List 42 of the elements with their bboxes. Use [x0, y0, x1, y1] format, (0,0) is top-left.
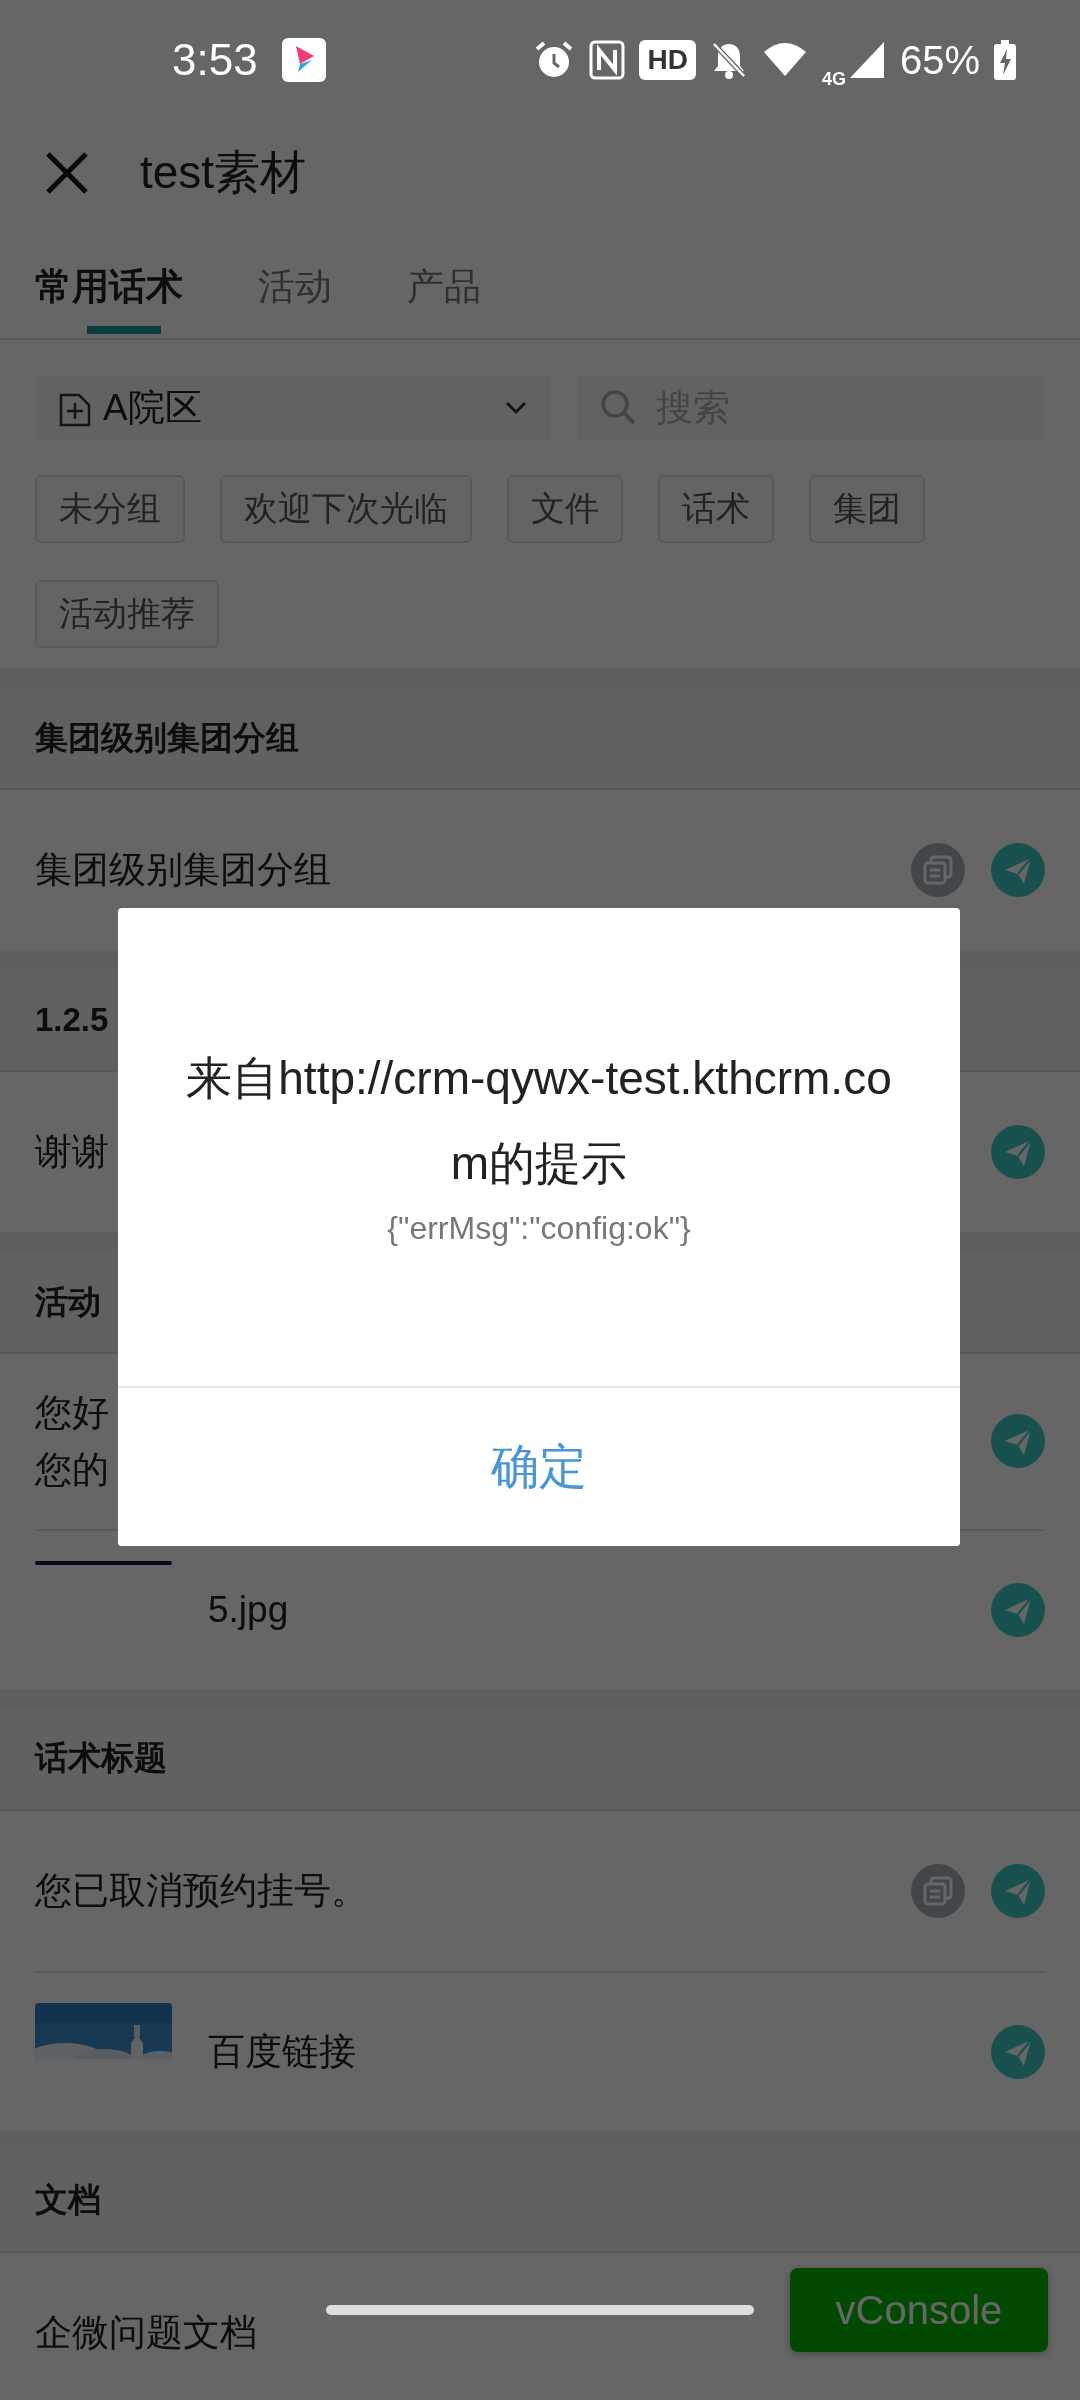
section-header: 话术标题	[0, 1708, 1080, 1811]
filter-chip[interactable]: 文件	[507, 475, 623, 543]
search-icon	[598, 387, 638, 427]
tab[interactable]: 常用话术	[35, 225, 208, 338]
campus-dropdown[interactable]: A院区	[35, 375, 550, 440]
close-icon	[44, 149, 90, 196]
send-icon[interactable]	[991, 2024, 1045, 2079]
material-text: 百度链接	[208, 2030, 356, 2074]
close-button[interactable]	[44, 149, 90, 196]
battery-charging-icon	[994, 40, 1016, 80]
copy-icon[interactable]	[911, 843, 965, 897]
dialog-message: {"errMsg":"config:ok"}	[386, 1210, 692, 1247]
material-text: 5.jpg	[208, 1588, 289, 1632]
send-icon[interactable]	[991, 1582, 1045, 1637]
material-text: 您的	[35, 1448, 109, 1493]
copy-icon[interactable]	[911, 1863, 965, 1918]
filter-chip[interactable]: 集团	[809, 475, 925, 543]
clock-time: 3:53	[172, 35, 258, 85]
material-text: 您已取消预约挂号。	[35, 1869, 368, 1913]
video-app-icon	[281, 38, 326, 82]
network-type: 4G	[821, 68, 846, 90]
chevron-down-icon	[504, 399, 528, 416]
material-text: 集团级别集团分组	[35, 848, 331, 893]
material-text: 谢谢	[35, 1130, 109, 1175]
filter-chip[interactable]: 话术	[658, 475, 774, 543]
material-text: 企微问题文档	[35, 2311, 257, 2355]
send-icon[interactable]	[991, 1863, 1045, 1918]
battery-percent: 65%	[899, 37, 980, 83]
signal-icon	[847, 40, 886, 80]
send-icon[interactable]	[991, 1414, 1045, 1469]
nfc-icon	[589, 40, 626, 80]
page-title: test素材	[140, 144, 307, 200]
send-icon[interactable]	[991, 843, 1045, 897]
hd-badge: HD	[639, 40, 696, 80]
filter-chip[interactable]: 欢迎下次光临	[220, 475, 472, 543]
send-icon[interactable]	[991, 1125, 1045, 1179]
filter-chip[interactable]: 未分组	[35, 475, 185, 543]
section-header: 文档	[0, 2150, 1080, 2253]
material-text: 您好	[35, 1391, 109, 1435]
filter-chip[interactable]: 活动推荐	[35, 580, 219, 648]
section-header: 集团级别集团分组	[0, 688, 1080, 790]
vconsole-button[interactable]: vConsole	[790, 2268, 1048, 2352]
